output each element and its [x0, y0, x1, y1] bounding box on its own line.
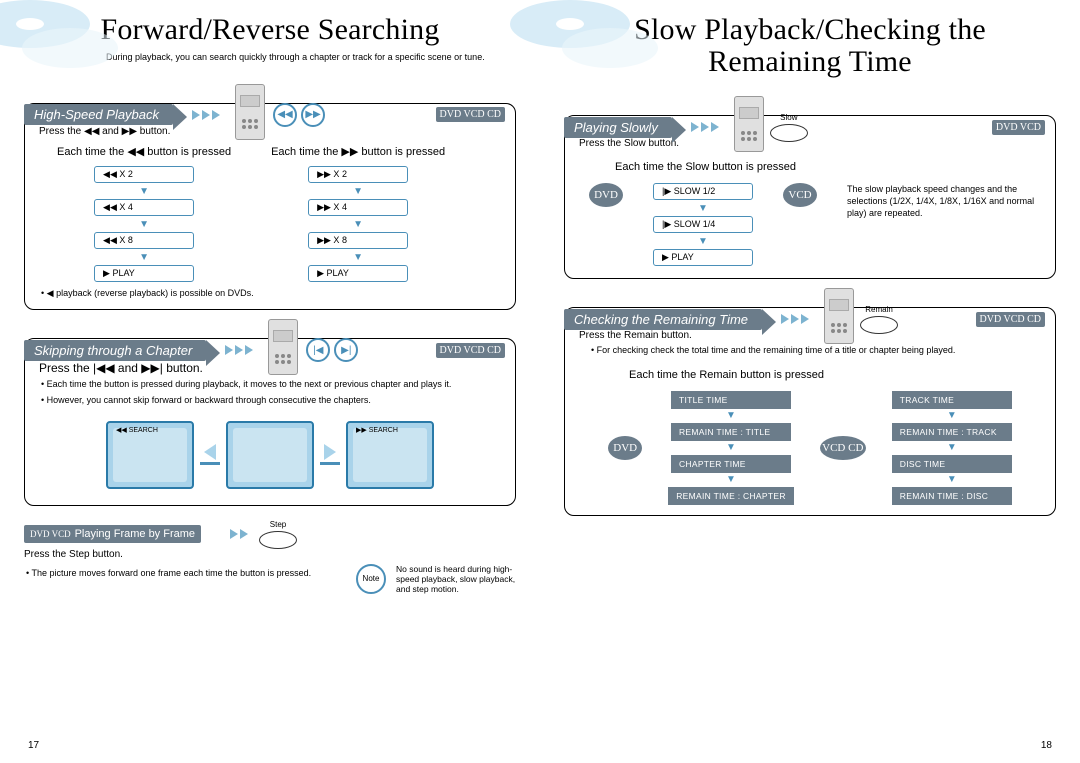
note-reverse: ◀ playback (reverse playback) is possibl…: [39, 288, 501, 300]
frame-bullet: The picture moves forward one frame each…: [24, 568, 346, 580]
section-remain: Checking the Remaining Time Remain DVD V…: [564, 307, 1056, 516]
remain-bullet: For checking check the total time and th…: [579, 345, 1041, 357]
speed-step: ▶▶ X 2: [308, 166, 408, 183]
slow-step: ▶ PLAY: [653, 249, 753, 266]
remote-icon: [268, 319, 298, 375]
vcd-cd-oval: VCD CD: [820, 436, 866, 460]
frame-by-frame-row: DVD VCD Playing Frame by Frame Step: [24, 520, 516, 549]
each-line: Each time the Slow button is pressed: [579, 161, 1041, 173]
remote-icon: [734, 96, 764, 152]
skip-bullet-2: However, you cannot skip forward or back…: [39, 395, 501, 407]
frame-label: DVD VCD Playing Frame by Frame: [24, 525, 201, 543]
page-18: Slow Playback/Checking the Remaining Tim…: [540, 0, 1080, 763]
remain-step: REMAIN TIME : TITLE: [671, 423, 791, 441]
remote-icon: [235, 84, 265, 140]
disc-badge: DVD VCD CD: [436, 107, 506, 122]
arrow-left-icon: [204, 444, 216, 460]
section-skipping: Skipping through a Chapter |◀ ▶| DVD VCD…: [24, 338, 516, 505]
speed-step: ▶ PLAY: [94, 265, 194, 282]
skip-fwd-icon: ▶|: [334, 338, 358, 362]
rewind-icon: ◀◀: [273, 103, 297, 127]
page-subtitle: During playback, you can search quickly …: [106, 52, 516, 63]
remain-step: REMAIN TIME : DISC: [892, 487, 1012, 505]
header-slow: Playing Slowly: [564, 117, 672, 138]
note-text: No sound is heard during high-speed play…: [396, 564, 516, 595]
tv-screen: ◀◀ SEARCH: [106, 421, 194, 489]
page-17: Forward/Reverse Searching During playbac…: [0, 0, 540, 763]
speed-step: ◀◀ X 4: [94, 199, 194, 216]
remain-step: CHAPTER TIME: [671, 455, 791, 473]
disc-badge: DVD VCD CD: [976, 312, 1046, 327]
page-number: 17: [28, 740, 39, 751]
slow-button-icon: Slow: [770, 113, 808, 142]
tv-screen: ▶▶ SEARCH: [346, 421, 434, 489]
remain-step: DISC TIME: [892, 455, 1012, 473]
section-high-speed: High-Speed Playback ◀◀ ▶▶ DVD VCD CD Pre…: [24, 103, 516, 311]
remain-button-icon: Remain: [860, 305, 898, 334]
page-title: Forward/Reverse Searching: [24, 14, 516, 46]
header-high-speed: High-Speed Playback: [24, 104, 173, 125]
speed-step: ▶▶ X 8: [308, 232, 408, 249]
page-number: 18: [1041, 740, 1052, 751]
page-title: Slow Playback/Checking the Remaining Tim…: [564, 14, 1056, 77]
remain-step: REMAIN TIME : TRACK: [892, 423, 1012, 441]
remain-step: TITLE TIME: [671, 391, 791, 409]
disc-badge: DVD VCD CD: [436, 343, 506, 358]
remote-icon: [824, 288, 854, 344]
skip-bullet-1: Each time the button is pressed during p…: [39, 379, 501, 391]
slow-step: |▶ SLOW 1/2: [653, 183, 753, 200]
manual-spread: Forward/Reverse Searching During playbac…: [0, 0, 1080, 763]
speed-step: ◀◀ X 8: [94, 232, 194, 249]
speed-step: ▶▶ X 4: [308, 199, 408, 216]
slow-step: |▶ SLOW 1/4: [653, 216, 753, 233]
remain-step: REMAIN TIME : CHAPTER: [668, 487, 794, 505]
step-button-icon: Step: [259, 520, 297, 549]
note-icon: Note: [356, 564, 386, 594]
header-remain: Checking the Remaining Time: [564, 309, 762, 330]
skip-back-icon: |◀: [306, 338, 330, 362]
each-line: Each time the Remain button is pressed: [579, 369, 1041, 381]
disc-badge: DVD VCD: [992, 120, 1045, 135]
vcd-oval: VCD: [783, 183, 817, 207]
slow-info: The slow playback speed changes and the …: [847, 183, 1037, 219]
speed-step: ◀◀ X 2: [94, 166, 194, 183]
tv-screen: [226, 421, 314, 489]
dvd-oval: DVD: [589, 183, 623, 207]
section-slow: Playing Slowly Slow DVD VCD Press the Sl…: [564, 115, 1056, 279]
step-instruction: Press the Step button.: [24, 549, 516, 560]
header-skipping: Skipping through a Chapter: [24, 340, 206, 361]
arrow-right-icon: [324, 444, 336, 460]
remain-step: TRACK TIME: [892, 391, 1012, 409]
each-rev-label: Each time the ◀◀ button is pressed: [57, 145, 231, 158]
forward-icon: ▶▶: [301, 103, 325, 127]
speed-step: ▶ PLAY: [308, 265, 408, 282]
each-fwd-label: Each time the ▶▶ button is pressed: [271, 145, 445, 158]
dvd-oval: DVD: [608, 436, 642, 460]
